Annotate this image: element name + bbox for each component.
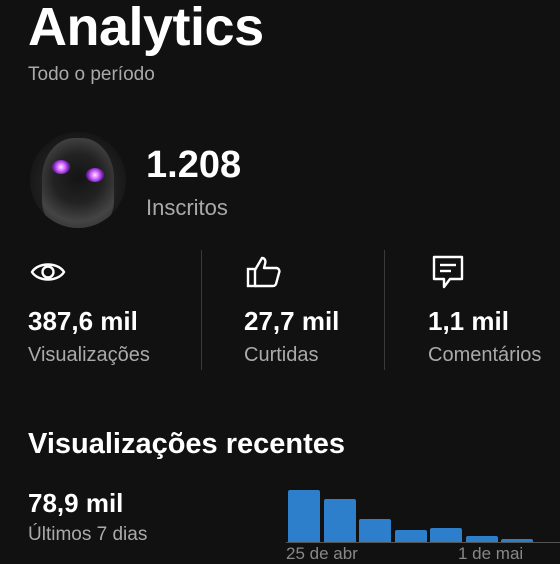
channel-avatar[interactable]	[30, 132, 126, 228]
stat-likes-label: Curtidas	[244, 344, 319, 366]
avatar-left-eye	[52, 160, 70, 174]
eye-icon	[28, 252, 198, 292]
period-label[interactable]: Todo o período	[28, 64, 155, 86]
chart-bar	[288, 489, 320, 542]
recent-views-title: Visualizações recentes	[28, 428, 346, 460]
recent-views-chart[interactable]: 25 de abr 1 de mai	[286, 478, 560, 563]
chart-bar	[359, 518, 391, 542]
avatar-hood-shape	[42, 138, 114, 228]
recent-views-value: 78,9 mil	[28, 488, 124, 518]
chart-tick-label: 25 de abr	[286, 544, 358, 563]
stat-views-value: 387,6 mil	[28, 306, 138, 336]
chart-baseline	[286, 542, 560, 543]
thumbs-up-icon	[244, 252, 414, 292]
avatar-right-eye	[86, 168, 104, 182]
stat-divider	[384, 250, 385, 370]
stat-comments-value: 1,1 mil	[428, 306, 509, 336]
stat-divider	[201, 250, 202, 370]
subscriber-count: 1.208	[146, 144, 242, 186]
stat-comments-label: Comentários	[428, 344, 542, 366]
subscriber-label: Inscritos	[146, 195, 228, 220]
stat-comments[interactable]: 1,1 mil Comentários	[428, 252, 560, 367]
chart-bar	[430, 528, 462, 542]
stat-likes-value: 27,7 mil	[244, 306, 340, 336]
stat-likes[interactable]: 27,7 mil Curtidas	[244, 252, 414, 367]
chart-bar	[323, 499, 356, 542]
chart-bar	[394, 530, 427, 542]
stat-views[interactable]: 387,6 mil Visualizações	[28, 252, 198, 367]
page-title: Analytics	[28, 0, 264, 57]
comment-icon	[428, 252, 560, 292]
chart-tick-label: 1 de mai	[458, 544, 524, 563]
recent-views-period: Últimos 7 dias	[28, 524, 148, 545]
stat-views-label: Visualizações	[28, 344, 150, 366]
